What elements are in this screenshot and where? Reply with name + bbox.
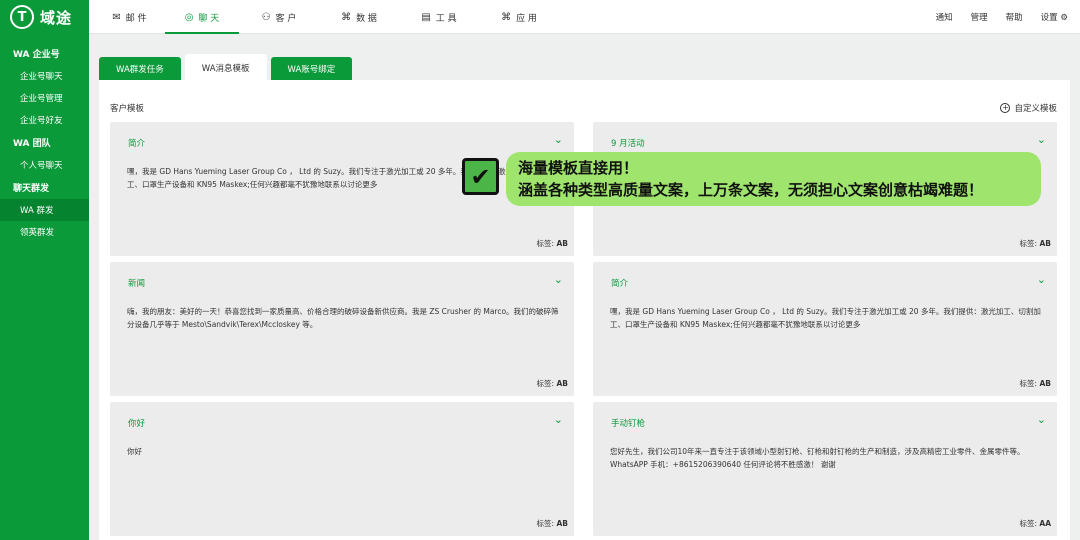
card-title: 9 月活动: [611, 139, 645, 149]
tab-wa-message-templates[interactable]: WA消息模板: [184, 54, 267, 81]
nav-apps[interactable]: ⌘ 应 用: [479, 0, 559, 34]
card-title: 新闻: [128, 279, 146, 289]
sidebar-item-business-chat[interactable]: 企业号聊天: [0, 65, 89, 87]
custom-template-button[interactable]: + 自定义模板: [1000, 102, 1057, 114]
promo-banner: ✔ 海量模板直接用！ 涵盖各种类型高质量文案，上万条文案，无须担心文案创意枯竭难…: [462, 152, 1042, 206]
nav-customers[interactable]: ⚇ 客 户: [239, 0, 319, 34]
mail-icon: ✉: [112, 11, 121, 23]
top-right-links: 通知 管理 帮助 设置 ⚙: [936, 0, 1068, 34]
sidebar-group-wa-business: WA 企业号 企业号聊天 企业号管理 企业号好友: [0, 42, 89, 131]
sidebar-item-wa-broadcast[interactable]: WA 群发: [0, 199, 89, 221]
sidebar-group-mass-chat: 聊天群发 WA 群发 领英群发: [0, 176, 89, 243]
template-card[interactable]: 手动钉枪 ⌄ 您好先生，我们公司10年来一直专注于该领域小型射钉枪、钉枪和射钉枪…: [593, 402, 1057, 536]
apps-icon: ⌘: [501, 11, 512, 23]
card-body: 你好: [127, 447, 142, 456]
sidebar-group-title: WA 团队: [13, 139, 51, 149]
card-tag: 标签: AB: [1019, 379, 1051, 388]
promo-pill: 海量模板直接用！ 涵盖各种类型高质量文案，上万条文案，无须担心文案创意枯竭难题！: [506, 152, 1041, 206]
nav-mail[interactable]: ✉ 邮 件: [94, 0, 165, 34]
sidebar-item-linkedin-broadcast[interactable]: 领英群发: [0, 221, 89, 243]
logo-text: 域途: [40, 8, 73, 27]
sidebar-item-business-friends[interactable]: 企业号好友: [0, 109, 89, 131]
template-panel: 客户模板 + 自定义模板 简介 ⌄ 嘿，我是 GD Hans Yueming L…: [99, 80, 1070, 540]
card-tag: 标签: AB: [536, 519, 568, 528]
card-title: 手动钉枪: [611, 419, 646, 429]
settings-link[interactable]: 设置 ⚙: [1041, 11, 1068, 23]
checkmark-icon: ✔: [462, 158, 499, 195]
plus-circle-icon: +: [1000, 103, 1011, 113]
nav-label: 邮 件: [125, 13, 147, 24]
card-title: 简介: [128, 139, 146, 149]
sidebar-group-wa-team: WA 团队 个人号聊天: [0, 131, 89, 176]
card-tag: 标签: AB: [536, 239, 568, 248]
chevron-down-icon[interactable]: ⌄: [554, 133, 563, 146]
card-body: 嘿，我是 GD Hans Yueming Laser Group Co ， Lt…: [610, 307, 1041, 329]
users-icon: ⚇: [261, 11, 271, 23]
chevron-down-icon[interactable]: ⌄: [554, 413, 563, 426]
template-card[interactable]: 简介 ⌄ 嘿，我是 GD Hans Yueming Laser Group Co…: [593, 262, 1057, 396]
chevron-down-icon[interactable]: ⌄: [1037, 133, 1046, 146]
logo[interactable]: T 域途: [0, 0, 89, 34]
chevron-down-icon[interactable]: ⌄: [1037, 273, 1046, 286]
sidebar-item-business-manage[interactable]: 企业号管理: [0, 87, 89, 109]
template-card[interactable]: 你好 ⌄ 你好 标签: AB: [110, 402, 574, 536]
nav-label: 工 具: [435, 13, 457, 24]
sidebar-item-personal-chat[interactable]: 个人号聊天: [0, 154, 89, 176]
template-card[interactable]: 新闻 ⌄ 嗨，我的朋友：美好的一天！恭喜您找到一家质量高、价格合理的破碎设备新供…: [110, 262, 574, 396]
manage-link[interactable]: 管理: [971, 11, 988, 23]
chat-icon: ◎: [184, 11, 194, 23]
nav-label: 客 户: [275, 13, 297, 24]
promo-headline: 海量模板直接用！: [518, 159, 639, 177]
card-tag: 标签: AB: [1019, 239, 1051, 248]
sidebar-group-title: WA 企业号: [13, 50, 60, 60]
nav-label: 聊 天: [198, 13, 220, 24]
app-root: T 域途 WA 企业号 企业号聊天 企业号管理 企业号好友 WA 团队 个人号聊…: [0, 0, 1080, 540]
main-content: WA群发任务 WA消息模板 WA账号绑定 客户模板 + 自定义模板 简介 ⌄ 嘿…: [99, 50, 1070, 540]
panel-header: 客户模板 + 自定义模板: [110, 102, 1057, 114]
promo-subline: 涵盖各种类型高质量文案，上万条文案，无须担心文案创意枯竭难题！: [518, 181, 984, 199]
card-tag: 标签: AB: [536, 379, 568, 388]
chevron-down-icon[interactable]: ⌄: [1037, 413, 1046, 426]
help-link[interactable]: 帮助: [1006, 11, 1023, 23]
nav-chat[interactable]: ◎ 聊 天: [165, 0, 239, 34]
top-bar: ✉ 邮 件 ◎ 聊 天 ⚇ 客 户 ⌘ 数 据 ▤ 工 具 ⌘ 应 用 通知 管…: [89, 0, 1080, 34]
nav-tools[interactable]: ▤ 工 具: [399, 0, 479, 34]
card-body: 嗨，我的朋友：美好的一天！恭喜您找到一家质量高、价格合理的破碎设备新供应商。我是…: [127, 307, 559, 329]
tab-bar: WA群发任务 WA消息模板 WA账号绑定: [99, 50, 1070, 81]
notifications-link[interactable]: 通知: [936, 11, 953, 23]
data-icon: ⌘: [341, 11, 352, 23]
nav-data[interactable]: ⌘ 数 据: [319, 0, 399, 34]
card-tag: 标签: AA: [1019, 519, 1051, 528]
nav-label: 数 据: [356, 13, 377, 24]
sidebar-group-title: 聊天群发: [13, 184, 50, 194]
panel-title: 客户模板: [110, 104, 145, 114]
sidebar: T 域途 WA 企业号 企业号聊天 企业号管理 企业号好友 WA 团队 个人号聊…: [0, 0, 89, 540]
tab-wa-account-binding[interactable]: WA账号绑定: [270, 57, 353, 81]
card-body: 您好先生，我们公司10年来一直专注于该领域小型射钉枪、钉枪和射钉枪的生产和制造，…: [610, 447, 1025, 469]
tab-wa-broadcast-tasks[interactable]: WA群发任务: [99, 57, 181, 81]
nav-label: 应 用: [516, 13, 537, 24]
chevron-down-icon[interactable]: ⌄: [554, 273, 563, 286]
custom-template-label: 自定义模板: [1014, 104, 1057, 114]
logo-icon: T: [10, 5, 34, 29]
top-nav: ✉ 邮 件 ◎ 聊 天 ⚇ 客 户 ⌘ 数 据 ▤ 工 具 ⌘ 应 用: [89, 0, 559, 34]
card-title: 你好: [128, 419, 146, 429]
toolbox-icon: ▤: [421, 11, 431, 23]
card-title: 简介: [611, 279, 629, 289]
